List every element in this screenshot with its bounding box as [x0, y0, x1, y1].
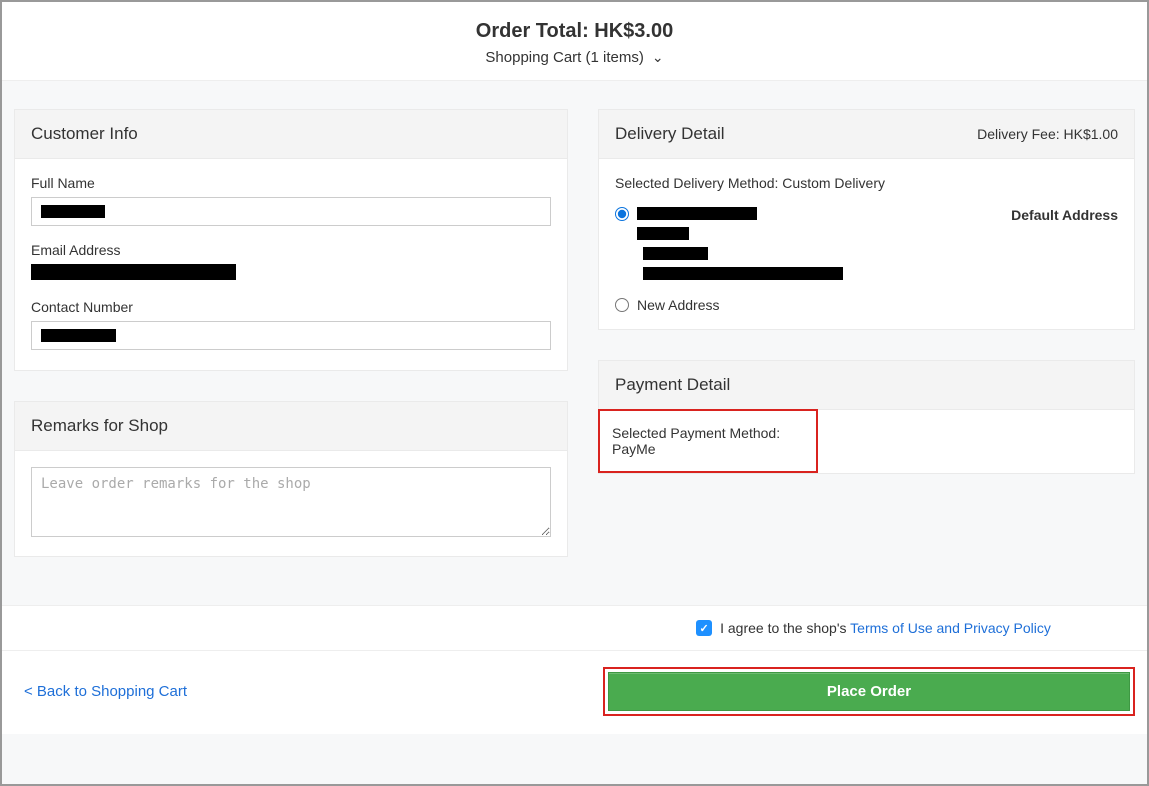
consent-prefix: I agree to the shop's — [720, 620, 850, 636]
consent-row: ✓ I agree to the shop's Terms of Use and… — [2, 605, 1147, 650]
right-column: Delivery Detail Delivery Fee: HK$1.00 Se… — [598, 109, 1135, 587]
remarks-panel: Remarks for Shop — [14, 401, 568, 557]
cart-toggle-label: Shopping Cart (1 items) — [485, 49, 643, 66]
selected-delivery-method: Selected Delivery Method: Custom Deliver… — [615, 175, 1118, 191]
delivery-fee: Delivery Fee: HK$1.00 — [977, 126, 1118, 142]
full-name-label: Full Name — [31, 175, 551, 191]
address-option-new[interactable]: New Address — [615, 297, 1118, 313]
new-address-label: New Address — [637, 297, 719, 313]
place-order-button[interactable]: Place Order — [608, 672, 1130, 711]
order-total-label: Order Total: — [476, 20, 589, 42]
panel-title: Delivery Detail — [615, 124, 725, 144]
contact-label: Contact Number — [31, 299, 551, 315]
footer: < Back to Shopping Cart Place Order — [2, 650, 1147, 734]
address-radio-new[interactable] — [615, 298, 629, 312]
header: Order Total: HK$3.00 Shopping Cart (1 it… — [2, 2, 1147, 81]
contact-input[interactable] — [31, 321, 551, 350]
address-block: Default Address — [637, 205, 1118, 285]
order-total: Order Total: HK$3.00 — [2, 20, 1147, 43]
remarks-textarea[interactable] — [31, 467, 551, 537]
terms-link[interactable]: Terms of Use and Privacy Policy — [850, 620, 1051, 636]
delivery-header: Delivery Detail Delivery Fee: HK$1.00 — [599, 110, 1134, 159]
email-label: Email Address — [31, 242, 551, 258]
remarks-body — [15, 451, 567, 556]
payment-panel: Payment Detail Selected Payment Method: … — [598, 360, 1135, 474]
checkout-page: Order Total: HK$3.00 Shopping Cart (1 it… — [0, 0, 1149, 786]
consent-text: I agree to the shop's Terms of Use and P… — [720, 620, 1051, 636]
cart-toggle[interactable]: Shopping Cart (1 items) ⌄ — [485, 49, 663, 66]
chevron-down-icon: ⌄ — [652, 49, 664, 66]
left-column: Customer Info Full Name Email Address Co… — [14, 109, 568, 587]
order-total-value: HK$3.00 — [594, 20, 673, 42]
address-radio-default[interactable] — [615, 207, 629, 221]
payment-body: Selected Payment Method: PayMe — [599, 409, 1134, 473]
full-name-input[interactable] — [31, 197, 551, 226]
content: Customer Info Full Name Email Address Co… — [2, 81, 1147, 605]
back-to-cart-link[interactable]: < Back to Shopping Cart — [24, 683, 187, 700]
consent-checkbox[interactable]: ✓ — [696, 620, 712, 636]
panel-title: Customer Info — [31, 124, 138, 144]
delivery-body: Selected Delivery Method: Custom Deliver… — [599, 159, 1134, 329]
panel-title: Payment Detail — [615, 375, 730, 395]
delivery-panel: Delivery Detail Delivery Fee: HK$1.00 Se… — [598, 109, 1135, 330]
customer-info-header: Customer Info — [15, 110, 567, 159]
email-value — [31, 264, 551, 283]
customer-info-panel: Customer Info Full Name Email Address Co… — [14, 109, 568, 371]
address-option-default[interactable]: Default Address — [615, 205, 1118, 285]
place-order-highlight: Place Order — [603, 667, 1135, 716]
selected-payment-method: Selected Payment Method: PayMe — [612, 425, 780, 457]
customer-info-body: Full Name Email Address Contact Number — [15, 159, 567, 370]
payment-header: Payment Detail — [599, 361, 1134, 410]
panel-title: Remarks for Shop — [31, 416, 168, 436]
default-address-badge: Default Address — [1011, 205, 1118, 225]
remarks-header: Remarks for Shop — [15, 402, 567, 451]
